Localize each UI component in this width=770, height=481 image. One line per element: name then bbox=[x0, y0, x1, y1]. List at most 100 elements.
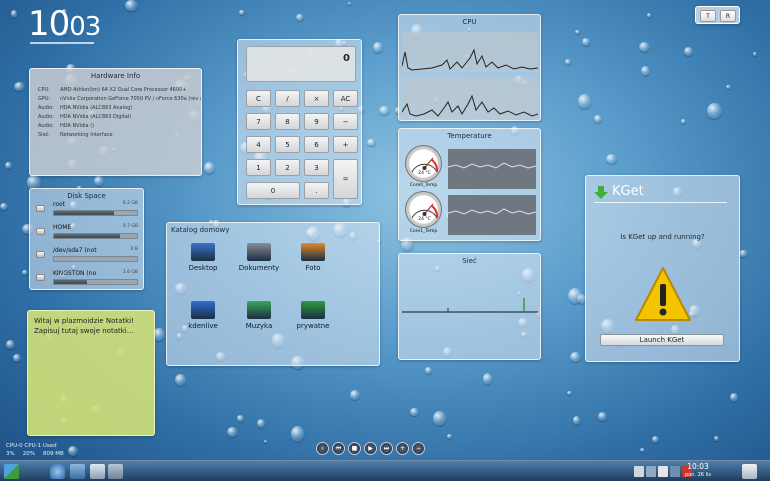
media-button[interactable]: ‹ bbox=[316, 442, 329, 455]
hardware-key: GPU: bbox=[38, 96, 51, 102]
disk-size: 9.7 GB bbox=[122, 224, 138, 229]
raindrop bbox=[366, 139, 376, 147]
raindrop bbox=[12, 353, 22, 363]
notes-widget[interactable]: Witaj w plazmoidzie Notatki! Zapisuj tut… bbox=[27, 310, 155, 436]
raindrop bbox=[433, 411, 447, 426]
disk-usage-bar bbox=[53, 279, 138, 285]
hardware-info-row: Audio: HDA NVidia (ALC883 Digital) bbox=[30, 113, 201, 122]
calculator-key[interactable]: AC bbox=[333, 90, 358, 107]
hardware-key: Audio: bbox=[38, 114, 54, 120]
calculator-key[interactable]: 3 bbox=[304, 159, 329, 176]
tray-volume-icon[interactable] bbox=[646, 466, 656, 477]
hardware-info-row: Audio: HDA NVidia (ALC883 Analog) bbox=[30, 104, 201, 113]
notes-text[interactable]: Witaj w plazmoidzie Notatki! Zapisuj tut… bbox=[28, 311, 154, 341]
terminal-icon[interactable] bbox=[108, 464, 123, 479]
drive-icon bbox=[36, 274, 45, 281]
toolbox-t-button[interactable]: T bbox=[700, 10, 716, 22]
raindrop bbox=[6, 340, 16, 349]
gauge-reading: 24 °C bbox=[418, 217, 431, 222]
launch-kget-button[interactable]: Launch KGet bbox=[600, 334, 724, 346]
hardware-value: HDA NVidia () bbox=[60, 123, 95, 129]
calculator-key[interactable]: 2 bbox=[275, 159, 300, 176]
temperature-widget: Temperature 24 °C Core0_Temp 24 °C Core1_Te… bbox=[398, 128, 541, 241]
calculator-key[interactable]: = bbox=[333, 159, 358, 199]
calculator-key[interactable]: 7 bbox=[246, 113, 271, 130]
folder-item[interactable]: Muzyka bbox=[233, 301, 285, 330]
media-button[interactable]: ⏭ bbox=[380, 442, 393, 455]
folder-item[interactable]: Foto bbox=[287, 243, 339, 272]
calculator-key[interactable]: 0 bbox=[246, 182, 300, 199]
media-button[interactable]: ⏮ bbox=[332, 442, 345, 455]
raindrop bbox=[739, 249, 748, 257]
hardware-info-row: CPU: AMD Athlon(tm) 64 X2 Dual Core Proce… bbox=[30, 86, 201, 95]
show-desktop-icon[interactable] bbox=[70, 464, 85, 479]
calculator-key[interactable]: C bbox=[246, 90, 271, 107]
disk-row[interactable]: /dev/sda7 (not 0 B bbox=[30, 246, 143, 269]
folder-item[interactable]: Dokumenty bbox=[233, 243, 285, 272]
calculator-key[interactable]: . bbox=[304, 182, 329, 199]
calculator-key[interactable]: 4 bbox=[246, 136, 271, 153]
disk-space-title: Disk Space bbox=[67, 192, 106, 200]
hardware-value: Networking Interface bbox=[60, 132, 113, 138]
folder-item[interactable]: prywatne bbox=[287, 301, 339, 330]
taskbar-clock[interactable]: 10:03 pon. 26 lis bbox=[678, 462, 718, 480]
kde-menu-icon[interactable] bbox=[50, 464, 65, 479]
toolbox-t-label: T bbox=[706, 13, 710, 20]
disk-row[interactable]: HOME 9.7 GB bbox=[30, 223, 143, 246]
raindrop bbox=[640, 65, 651, 77]
toolbox-r-button[interactable]: R bbox=[720, 10, 736, 22]
drive-icon bbox=[36, 205, 45, 212]
media-button[interactable]: ▶ bbox=[364, 442, 377, 455]
tray-arrow-icon[interactable] bbox=[634, 466, 644, 477]
cpu-title: CPU bbox=[462, 18, 477, 26]
kget-download-icon bbox=[594, 186, 608, 199]
hardware-value: HDA NVidia (ALC883 Digital) bbox=[60, 114, 132, 120]
raindrop bbox=[424, 366, 432, 375]
hardware-info-row: Audio: HDA NVidia () bbox=[30, 122, 201, 131]
raindrop bbox=[373, 41, 384, 53]
raindrop bbox=[410, 407, 419, 416]
disk-size: 1.6 GB bbox=[122, 270, 138, 275]
folder-item[interactable]: kdenlive bbox=[177, 301, 229, 330]
raindrop bbox=[575, 30, 580, 35]
calculator-key[interactable]: 6 bbox=[304, 136, 329, 153]
folder-icon bbox=[247, 301, 271, 319]
folder-item-label: kdenlive bbox=[188, 322, 218, 330]
tray-clipboard-icon[interactable] bbox=[658, 466, 668, 477]
raindrop bbox=[447, 434, 452, 440]
file-manager-icon[interactable] bbox=[90, 464, 105, 479]
sensor-label: Core0_Temp bbox=[409, 183, 438, 188]
calculator-key[interactable]: 5 bbox=[275, 136, 300, 153]
calculator-key[interactable]: / bbox=[275, 90, 300, 107]
hardware-info-title: Hardware Info bbox=[90, 72, 141, 80]
calculator-key[interactable]: − bbox=[333, 113, 358, 130]
panel-toolbox-icon[interactable] bbox=[742, 464, 757, 479]
disk-row[interactable]: KINGSTON (no 1.6 GB bbox=[30, 269, 143, 292]
clock-hours: 10 bbox=[28, 4, 70, 44]
hardware-key: Sieć: bbox=[38, 132, 51, 138]
media-button[interactable]: ■ bbox=[348, 442, 361, 455]
folder-item[interactable]: Desktop bbox=[177, 243, 229, 272]
calculator-key[interactable]: × bbox=[304, 90, 329, 107]
kget-question: Is KGet up and running? bbox=[620, 233, 705, 241]
calculator-key[interactable]: 9 bbox=[304, 113, 329, 130]
folder-icon bbox=[191, 301, 215, 319]
sysmon-cpu1: 20% bbox=[22, 451, 35, 457]
calculator-key[interactable]: 1 bbox=[246, 159, 271, 176]
desktop-switcher-icon[interactable] bbox=[4, 464, 19, 479]
drive-icon bbox=[36, 251, 45, 258]
disk-row[interactable]: root 8.2 GB bbox=[30, 200, 143, 223]
media-button[interactable]: − bbox=[412, 442, 425, 455]
raindrop bbox=[726, 85, 731, 90]
cpu-monitor-widget: CPU bbox=[398, 14, 541, 121]
raindrop bbox=[256, 418, 266, 428]
media-button[interactable]: + bbox=[396, 442, 409, 455]
folder-view-title: Katalog domowy bbox=[171, 226, 230, 234]
raindrop bbox=[639, 447, 645, 452]
gauge-dial-icon bbox=[411, 203, 439, 219]
hardware-value: AMD Athlon(tm) 64 X2 Dual Core Processor… bbox=[60, 87, 187, 93]
calculator-key[interactable]: 8 bbox=[275, 113, 300, 130]
raindrop bbox=[605, 153, 617, 164]
notes-line-2: Zapisuj tutaj swoje notatki... bbox=[34, 327, 134, 335]
calculator-key[interactable]: + bbox=[333, 136, 358, 153]
